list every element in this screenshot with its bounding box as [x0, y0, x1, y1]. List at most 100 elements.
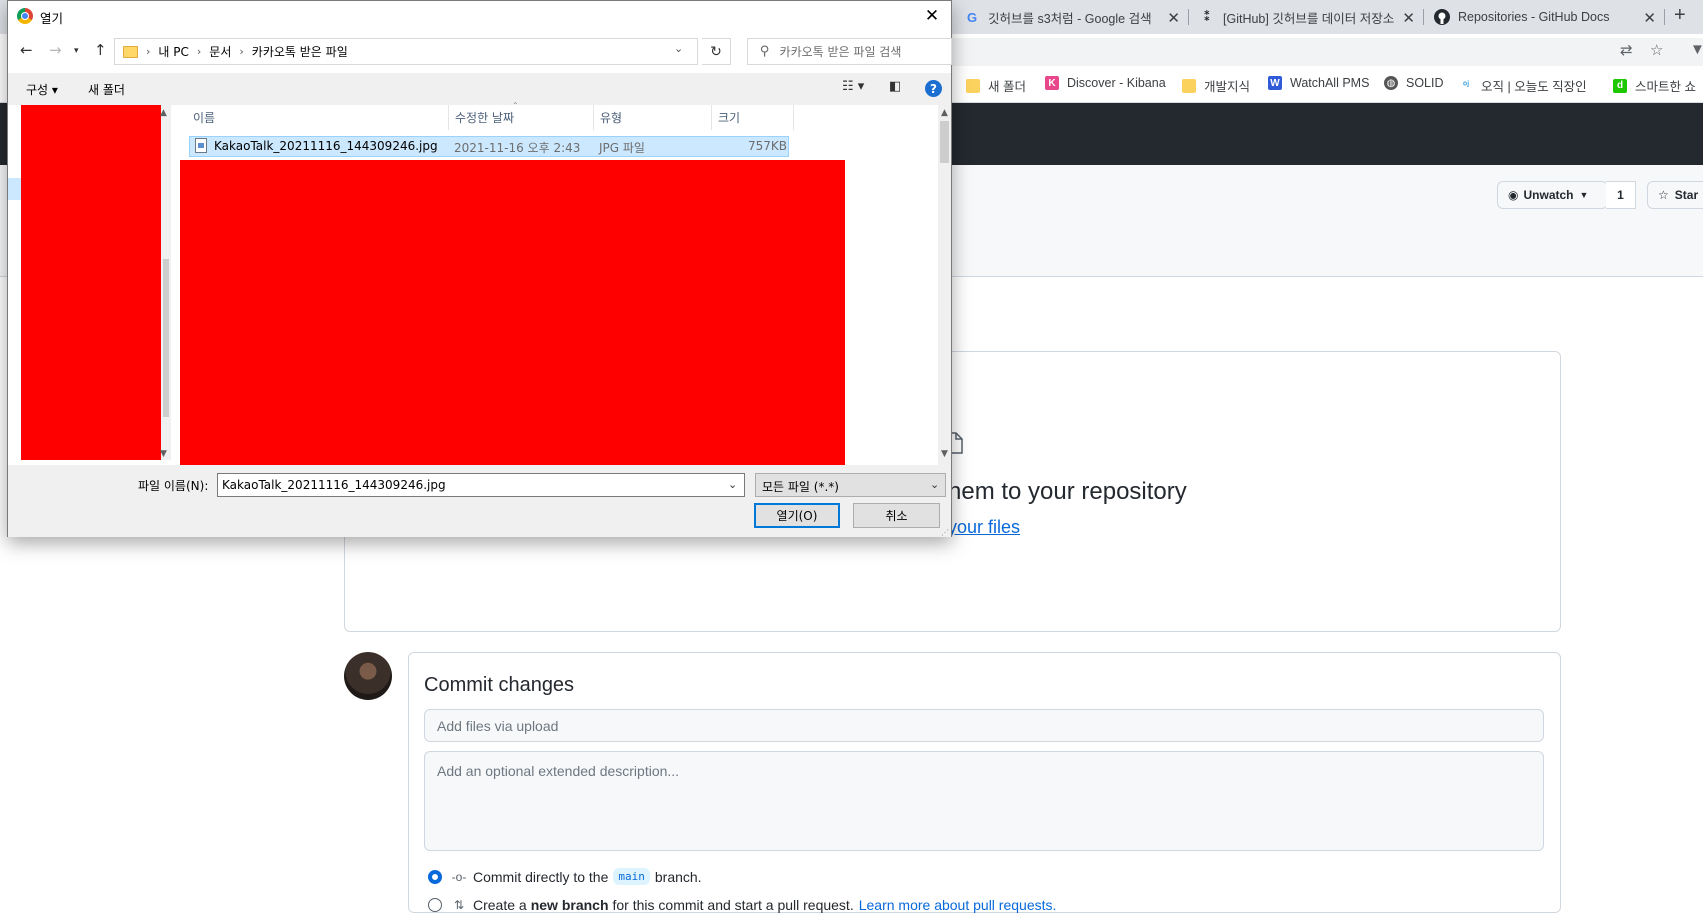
bookmark-dev-knowledge[interactable]: 개발지식 [1182, 76, 1250, 95]
commit-changes-title: Commit changes [424, 674, 575, 696]
dialog-title: 열기 [40, 11, 64, 26]
forward-arrow-icon[interactable]: → [49, 41, 62, 59]
file-list-scroll-thumb[interactable] [940, 121, 949, 163]
column-type[interactable]: 유형 [594, 105, 712, 130]
chevron-down-icon[interactable]: ⌄ [728, 478, 737, 491]
file-name: KakaoTalk_20211116_144309246.jpg [214, 139, 438, 153]
address-dropdown-icon[interactable]: ⌄ [674, 42, 683, 55]
address-bar[interactable] [940, 38, 1703, 66]
image-file-icon [195, 138, 207, 153]
drop-zone-title: hem to your repository [948, 478, 1187, 505]
file-size: 757KB [748, 139, 788, 153]
commit-summary-input[interactable]: Add files via upload [424, 709, 1544, 742]
radio-unselected[interactable] [428, 898, 442, 912]
navigation-pane-redacted [21, 105, 162, 460]
browser-tab-blog[interactable]: ⁑ [GitHub] 깃허브를 데이터 저장소 ✕ [1189, 0, 1423, 34]
open-file-dialog: 열기 ✕ ← → ▾ ↑ › 내 PC › 문서 › 카카오톡 받은 파일 ⌄ … [7, 0, 952, 537]
tab-close-icon[interactable]: ✕ [1167, 9, 1180, 27]
folder-icon [123, 45, 138, 58]
breadcrumb-documents[interactable]: 문서 [209, 43, 231, 60]
filename-input[interactable]: KakaoTalk_20211116_144309246.jpg [217, 473, 745, 497]
star-icon: ☆ [1658, 188, 1669, 202]
chrome-icon [17, 8, 33, 24]
bookmark-new-folder[interactable]: 새 폴더 [966, 76, 1026, 95]
google-icon: G [966, 9, 978, 25]
scroll-up-icon[interactable]: ▲ [941, 108, 948, 118]
close-icon[interactable]: ✕ [921, 4, 943, 28]
folder-search-input[interactable]: ⚲ 카카오톡 받은 파일 검색 [747, 38, 952, 65]
column-size[interactable]: 크기 [712, 105, 794, 130]
kibana-icon: K [1045, 76, 1059, 90]
preview-pane-icon[interactable]: ◧ [889, 79, 901, 94]
new-folder-button[interactable]: 새 폴더 [88, 81, 125, 98]
navigation-pane-scroll-thumb[interactable] [163, 259, 169, 417]
file-type: JPG 파일 [599, 141, 645, 155]
search-icon: ⚲ [760, 44, 770, 59]
bookmark-smart[interactable]: d 스마트한 쇼 [1613, 76, 1696, 95]
filename-label: 파일 이름(N): [138, 479, 209, 493]
sort-indicator-icon: ⌃ [512, 101, 519, 110]
folder-icon [966, 78, 980, 93]
column-name[interactable]: 이름 [187, 105, 449, 130]
up-arrow-icon[interactable]: ↑ [94, 41, 107, 59]
branch-name-chip: main [613, 868, 650, 885]
help-icon[interactable]: ? [925, 80, 942, 97]
unwatch-button[interactable]: ◉ Unwatch ▼ [1497, 181, 1608, 209]
file-modified: 2021-11-16 오후 2:43 [454, 141, 581, 155]
column-modified[interactable]: 수정한 날짜 [449, 105, 594, 130]
radio-selected[interactable] [428, 869, 442, 884]
address-breadcrumb[interactable]: › 내 PC › 문서 › 카카오톡 받은 파일 [114, 38, 698, 65]
bookmark-watchall[interactable]: W WatchAll PMS [1268, 76, 1369, 90]
chevron-down-icon: ▼ [1579, 190, 1589, 200]
watchall-icon: W [1268, 76, 1282, 90]
resize-grip-icon[interactable]: ⋰ [941, 528, 949, 537]
translate-icon[interactable]: ⇄ [1620, 41, 1633, 59]
git-commit-icon: -o- [451, 869, 467, 884]
pull-requests-help-link[interactable]: Learn more about pull requests. [859, 897, 1057, 913]
tab-close-icon[interactable]: ✕ [1402, 9, 1415, 27]
commit-direct-option[interactable]: -o- Commit directly to the main branch. [428, 868, 702, 885]
bookmark-star-icon[interactable]: ☆ [1650, 41, 1663, 59]
oj-icon: ᵒʲ [1459, 78, 1473, 93]
extension-icon[interactable]: ▼ [1690, 41, 1703, 58]
file-list-redacted [180, 160, 845, 465]
cancel-button[interactable]: 취소 [853, 503, 940, 528]
bookmark-kibana[interactable]: K Discover - Kibana [1045, 76, 1166, 90]
command-bar [8, 73, 951, 105]
breadcrumb-my-pc[interactable]: 내 PC [158, 43, 188, 60]
back-arrow-icon[interactable]: ← [20, 41, 33, 59]
organize-menu[interactable]: 구성 ▾ [26, 81, 58, 98]
new-tab-button[interactable]: + [1674, 4, 1686, 27]
browser-tab-google-search[interactable]: G 깃허브를 s3처럼 - Google 검색 ✕ [954, 0, 1188, 34]
scroll-down-icon[interactable]: ▼ [941, 449, 948, 459]
chevron-right-icon: › [146, 45, 151, 58]
screen: G 깃허브를 s3처럼 - Google 검색 ✕ ⁑ [GitHub] 깃허브… [0, 0, 1703, 913]
browser-tab-github-docs[interactable]: Repositories - GitHub Docs ✕ [1424, 0, 1664, 34]
globe-icon: ◍ [1384, 76, 1398, 90]
d-icon: d [1613, 78, 1627, 93]
scroll-up-icon[interactable]: ▲ [160, 108, 167, 118]
eye-icon: ◉ [1508, 188, 1519, 202]
open-button[interactable]: 열기(O) [754, 503, 840, 528]
chevron-right-icon: › [239, 45, 244, 58]
dialog-titlebar: 열기 ✕ [8, 1, 951, 31]
commit-description-textarea[interactable]: Add an optional extended description... [424, 751, 1544, 851]
commit-new-branch-option[interactable]: ⇅ Create a new branch for this commit an… [428, 897, 1056, 913]
watch-count[interactable]: 1 [1606, 181, 1636, 209]
bookmark-ojik[interactable]: ᵒʲ 오직 | 오늘도 직장인 [1459, 76, 1587, 95]
filetype-select[interactable]: 모든 파일 (*.*) [755, 473, 946, 497]
breadcrumb-kakaotalk-folder[interactable]: 카카오톡 받은 파일 [252, 43, 348, 60]
tab-close-icon[interactable]: ✕ [1643, 9, 1656, 27]
recent-locations-chevron-icon[interactable]: ▾ [74, 46, 79, 56]
tab-separator [1664, 9, 1665, 25]
github-icon [1434, 9, 1450, 25]
star-button[interactable]: ☆ Star [1647, 181, 1703, 209]
scroll-down-icon[interactable]: ▼ [160, 449, 167, 459]
refresh-icon[interactable]: ↻ [702, 38, 731, 65]
navigation-selection [8, 178, 21, 200]
bookmark-solid[interactable]: ◍ SOLID [1384, 76, 1444, 90]
chevron-down-icon[interactable]: ⌄ [930, 478, 939, 491]
view-options-icon[interactable]: ☷ ▾ [842, 79, 864, 94]
choose-files-link[interactable]: your files [948, 517, 1020, 538]
git-pull-request-icon: ⇅ [453, 898, 465, 912]
